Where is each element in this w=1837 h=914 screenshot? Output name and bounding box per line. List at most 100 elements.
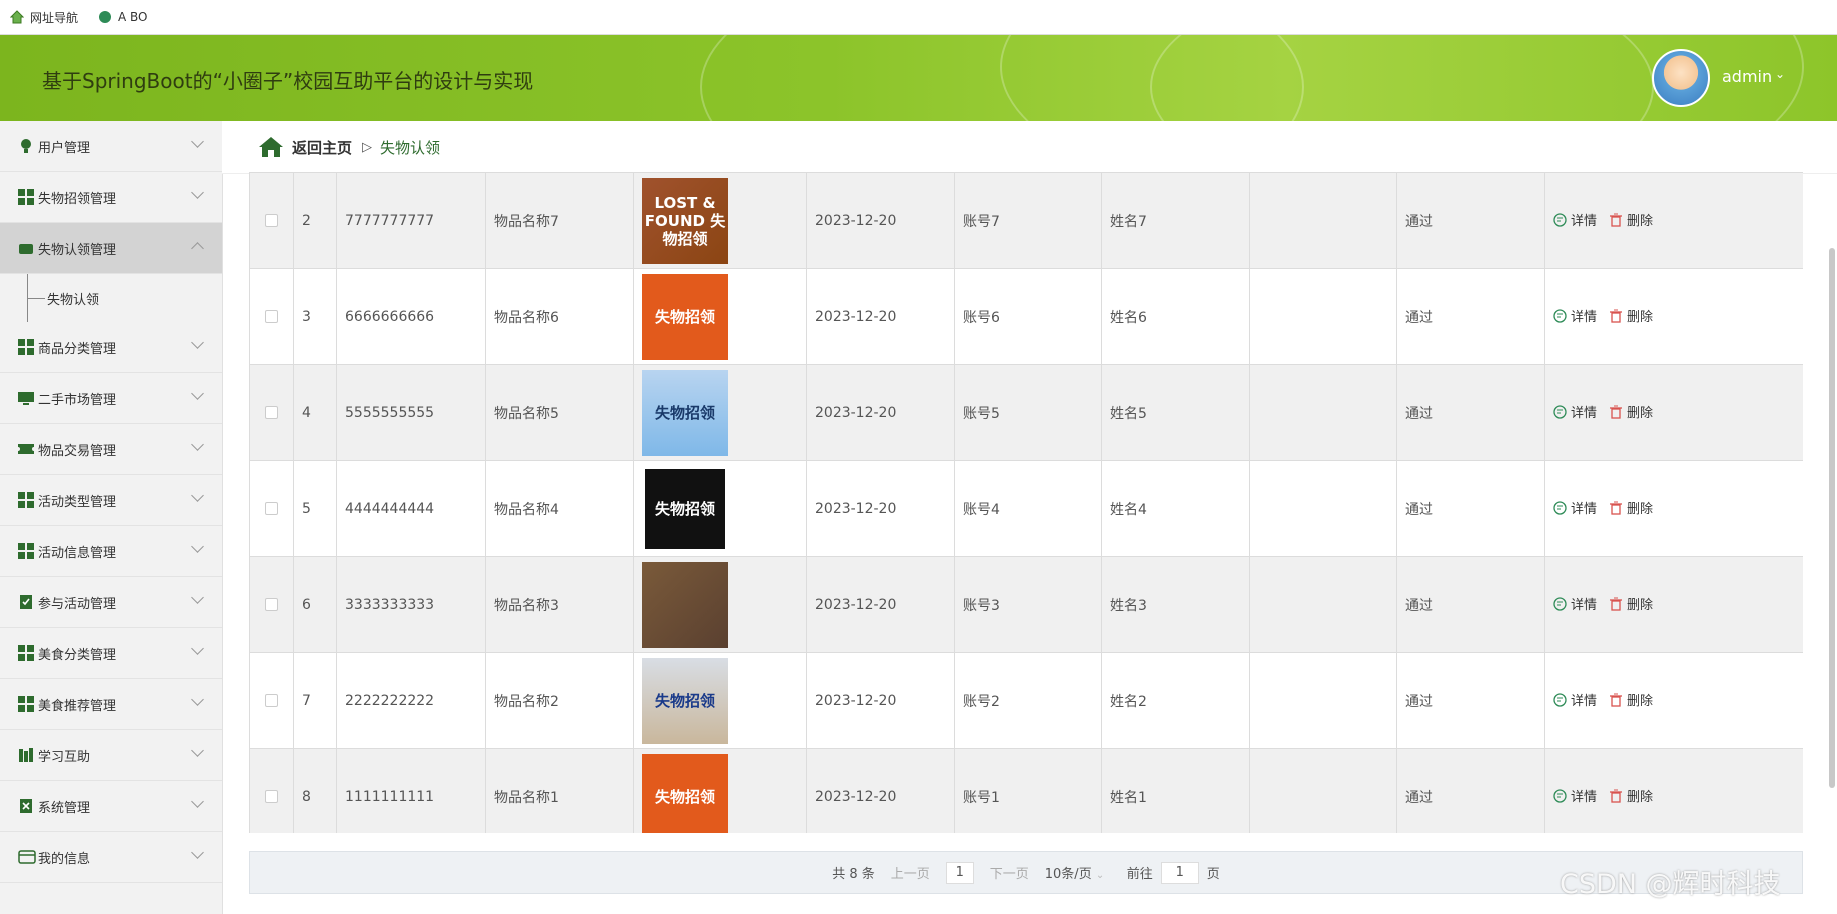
item-account: 账号5 bbox=[954, 364, 1102, 461]
wallet-icon bbox=[18, 240, 34, 256]
delete-button[interactable]: 删除 bbox=[1609, 402, 1653, 421]
item-status: 通过 bbox=[1396, 652, 1545, 749]
detail-button[interactable]: 详情 bbox=[1553, 498, 1597, 517]
sidebar-item-label: 活动类型管理 bbox=[38, 494, 117, 510]
sidebar-item-lost-found[interactable]: 失物招领管理 bbox=[0, 172, 222, 223]
detail-button[interactable]: 详情 bbox=[1553, 594, 1597, 613]
home-icon[interactable] bbox=[258, 136, 284, 158]
row-checkbox[interactable] bbox=[265, 790, 278, 803]
row-checkbox[interactable] bbox=[265, 310, 278, 323]
bookmark-abo[interactable]: A BO bbox=[98, 10, 148, 24]
delete-button[interactable]: 删除 bbox=[1609, 498, 1653, 517]
chevron-down-icon bbox=[191, 186, 204, 199]
scrollbar[interactable] bbox=[1829, 248, 1835, 788]
grid-icon bbox=[18, 339, 34, 355]
user-menu[interactable]: admin bbox=[1722, 67, 1772, 86]
item-code: 2222222222 bbox=[336, 652, 486, 749]
item-status: 通过 bbox=[1396, 268, 1545, 365]
row-checkbox-cell bbox=[249, 268, 294, 365]
sidebar-item-market[interactable]: 二手市场管理 bbox=[0, 373, 222, 424]
item-image[interactable]: 失物招领 bbox=[642, 273, 728, 360]
detail-button[interactable]: 详情 bbox=[1553, 306, 1597, 325]
sidebar-item-users[interactable]: 用户管理 bbox=[0, 121, 222, 172]
row-actions: 详情 删除 bbox=[1544, 460, 1803, 557]
grid-icon bbox=[18, 492, 34, 508]
item-date: 2023-12-20 bbox=[806, 364, 955, 461]
item-account: 账号1 bbox=[954, 748, 1102, 833]
chevron-down-icon bbox=[191, 336, 204, 349]
bookmark-nav[interactable]: 网址导航 bbox=[9, 9, 79, 26]
sidebar-item-food-category[interactable]: 美食分类管理 bbox=[0, 628, 222, 679]
item-image[interactable]: 失物招领 bbox=[642, 465, 728, 552]
bookmarks-bar: 网址导航 A BO bbox=[0, 0, 1837, 35]
goto-unit: 页 bbox=[1206, 867, 1220, 882]
detail-button[interactable]: 详情 bbox=[1553, 402, 1597, 421]
data-table: 2 7777777777 物品名称7 LOST & FOUND 失物招领 2023-12… bbox=[249, 172, 1803, 833]
next-page-button[interactable]: 下一页 bbox=[990, 863, 1029, 882]
sidebar-item-study[interactable]: 学习互助 bbox=[0, 730, 222, 781]
breadcrumb-home-link[interactable]: 返回主页 bbox=[292, 137, 352, 158]
sidebar-item-claims[interactable]: 失物认领管理 bbox=[0, 223, 222, 274]
detail-button[interactable]: 详情 bbox=[1553, 210, 1597, 229]
delete-label: 删除 bbox=[1627, 694, 1654, 710]
item-image[interactable]: 失物招领 bbox=[642, 369, 728, 456]
prev-page-button[interactable]: 上一页 bbox=[891, 863, 930, 882]
chevron-down-icon bbox=[191, 438, 204, 451]
row-checkbox[interactable] bbox=[265, 598, 278, 611]
sidebar-item-profile[interactable]: 我的信息 bbox=[0, 832, 222, 883]
table-row: 7 2222222222 物品名称2 失物招领 2023-12-20 账号2 姓名2 通过 详情… bbox=[249, 652, 1803, 749]
sidebar-item-activity-info[interactable]: 活动信息管理 bbox=[0, 526, 222, 577]
sidebar: 用户管理 失物招领管理 失物认领管理 失物认领 商品分类管理 二手市场管理 物品… bbox=[0, 121, 223, 914]
detail-button[interactable]: 详情 bbox=[1553, 786, 1597, 805]
item-image[interactable] bbox=[642, 561, 728, 648]
row-checkbox[interactable] bbox=[265, 694, 278, 707]
detail-icon bbox=[1553, 789, 1567, 803]
row-checkbox-cell bbox=[249, 364, 294, 461]
sidebar-item-food-recommend[interactable]: 美食推荐管理 bbox=[0, 679, 222, 730]
sidebar-item-label: 学习互助 bbox=[38, 749, 91, 765]
chevron-down-icon bbox=[191, 591, 204, 604]
delete-button[interactable]: 删除 bbox=[1609, 786, 1653, 805]
chevron-down-icon bbox=[191, 489, 204, 502]
submenu-claims[interactable]: 失物认领 bbox=[0, 274, 222, 322]
sidebar-item-trade[interactable]: 物品交易管理 bbox=[0, 424, 222, 475]
detail-button[interactable]: 详情 bbox=[1553, 690, 1597, 709]
breadcrumb-current: 失物认领 bbox=[380, 138, 441, 157]
item-account: 账号4 bbox=[954, 460, 1102, 557]
item-image[interactable]: LOST & FOUND 失物招领 bbox=[642, 177, 728, 264]
page-number[interactable]: 1 bbox=[945, 861, 974, 884]
item-account: 账号2 bbox=[954, 652, 1102, 749]
table-row: 5 4444444444 物品名称4 失物招领 2023-12-20 账号4 姓名4 通过 详情… bbox=[249, 460, 1803, 557]
item-name: 物品名称1 bbox=[485, 748, 634, 833]
trash-icon bbox=[1610, 213, 1623, 227]
item-name: 物品名称7 bbox=[485, 172, 634, 269]
row-checkbox[interactable] bbox=[265, 214, 278, 227]
sidebar-item-label: 商品分类管理 bbox=[38, 341, 117, 357]
chevron-down-icon[interactable]: ⌄ bbox=[1775, 67, 1785, 81]
delete-button[interactable]: 删除 bbox=[1609, 210, 1653, 229]
item-person: 姓名5 bbox=[1101, 364, 1250, 461]
item-image[interactable]: 失物招领 bbox=[642, 657, 728, 744]
app-title: 基于SpringBoot的“小圈子”校园互助平台的设计与实现 bbox=[42, 69, 534, 93]
sidebar-item-system[interactable]: 系统管理 bbox=[0, 781, 222, 832]
sidebar-item-participation[interactable]: 参与活动管理 bbox=[0, 577, 222, 628]
row-checkbox[interactable] bbox=[265, 406, 278, 419]
delete-button[interactable]: 删除 bbox=[1609, 306, 1653, 325]
sidebar-item-activity-type[interactable]: 活动类型管理 bbox=[0, 475, 222, 526]
item-image[interactable]: 失物招领 bbox=[642, 753, 728, 833]
goto-input[interactable]: 1 bbox=[1160, 861, 1199, 884]
sidebar-item-goods-category[interactable]: 商品分类管理 bbox=[0, 322, 222, 373]
page-size-select[interactable]: 10条/页 ⌄ bbox=[1045, 863, 1111, 882]
avatar[interactable] bbox=[1652, 49, 1710, 107]
row-actions: 详情 删除 bbox=[1544, 748, 1803, 833]
row-checkbox-cell bbox=[249, 556, 294, 653]
bookmark-label: 网址导航 bbox=[30, 10, 79, 25]
delete-label: 删除 bbox=[1627, 214, 1654, 230]
item-code: 3333333333 bbox=[336, 556, 486, 653]
delete-button[interactable]: 删除 bbox=[1609, 594, 1653, 613]
row-checkbox[interactable] bbox=[265, 502, 278, 515]
item-code: 7777777777 bbox=[336, 172, 486, 269]
sidebar-item-label: 参与活动管理 bbox=[38, 596, 117, 612]
detail-icon bbox=[1553, 405, 1567, 419]
delete-button[interactable]: 删除 bbox=[1609, 690, 1653, 709]
